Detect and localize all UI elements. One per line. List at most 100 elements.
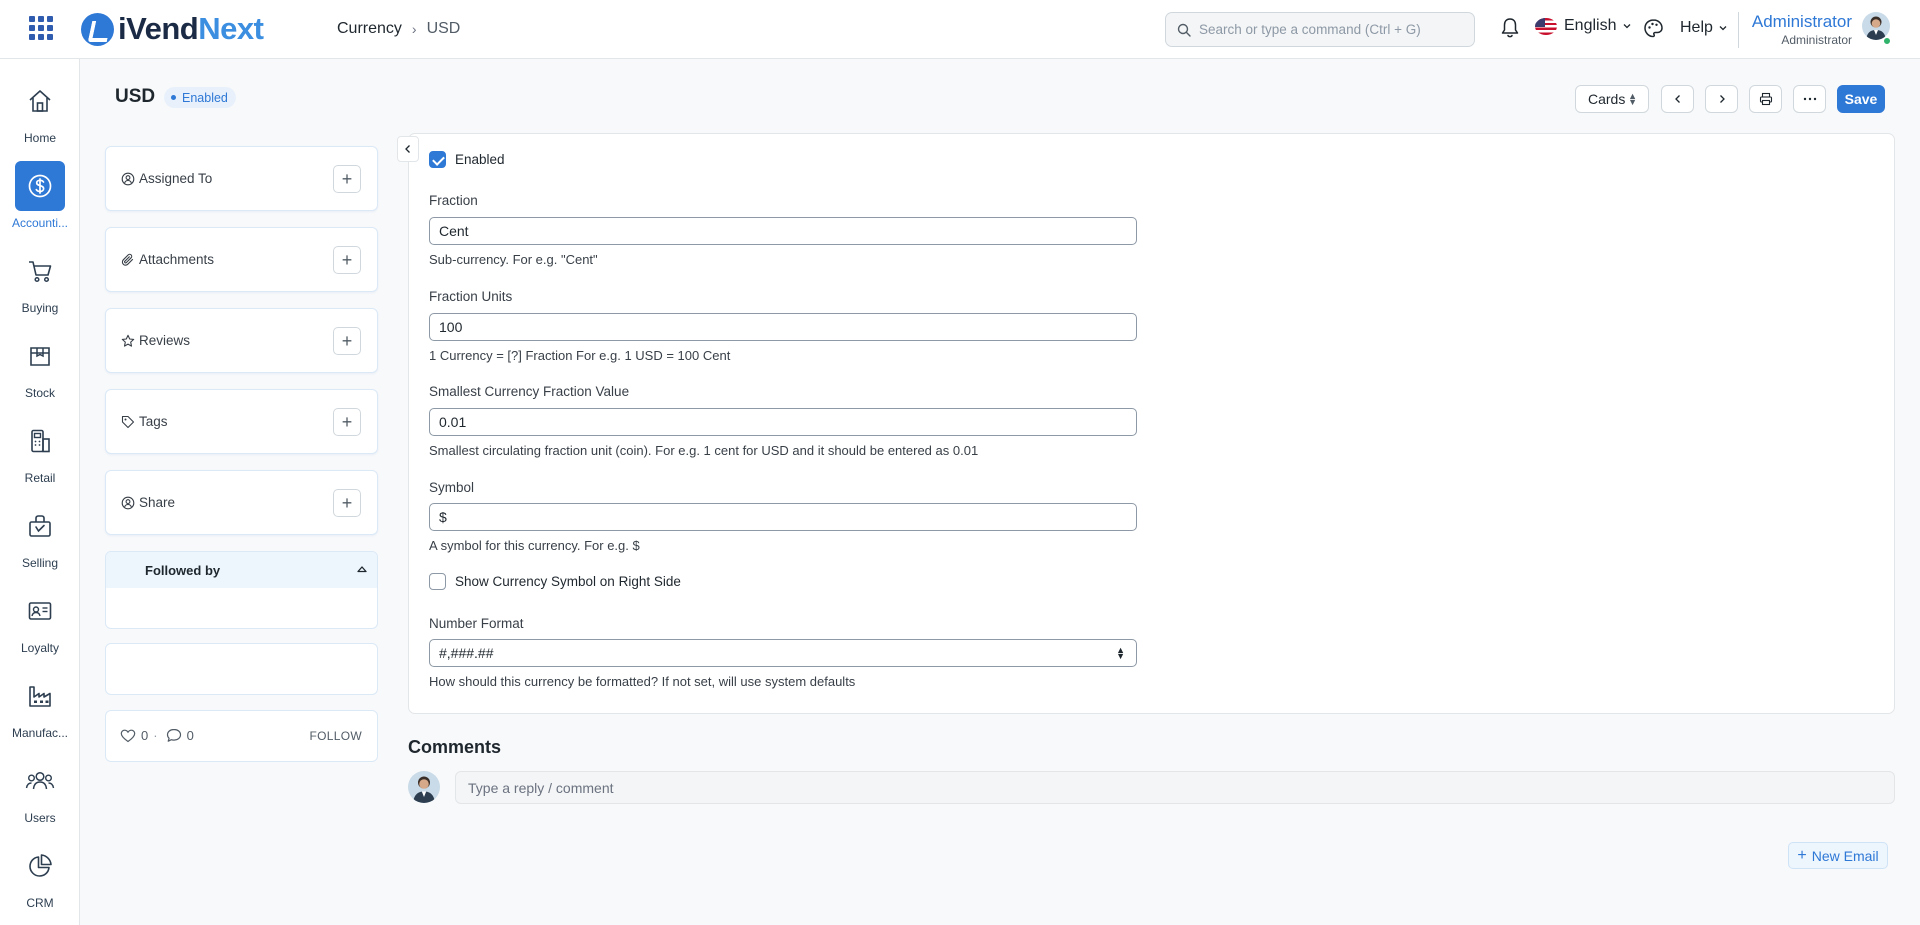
previous-record-button[interactable] bbox=[1661, 85, 1694, 113]
comment-input[interactable] bbox=[455, 771, 1895, 804]
separator-dot: · bbox=[153, 728, 158, 743]
share-user-icon bbox=[121, 496, 135, 509]
plus-icon: + bbox=[341, 168, 353, 189]
theme-palette-icon[interactable] bbox=[1643, 18, 1664, 39]
print-button[interactable] bbox=[1749, 85, 1782, 113]
apps-grid-icon[interactable] bbox=[29, 16, 53, 40]
heart-icon[interactable] bbox=[120, 729, 136, 743]
followers-list-card bbox=[105, 643, 378, 695]
factory-icon bbox=[15, 671, 65, 721]
fraction-help: Sub-currency. For e.g. "Cent" bbox=[429, 252, 598, 267]
users-icon bbox=[15, 756, 65, 806]
smallest-fraction-input[interactable] bbox=[429, 408, 1137, 436]
help-menu[interactable]: Help bbox=[1680, 19, 1729, 37]
sidebar-item-buying[interactable]: Buying bbox=[0, 246, 80, 315]
plus-icon: + bbox=[341, 249, 353, 270]
add-review-button[interactable]: + bbox=[333, 327, 361, 355]
sidebar-item-loyalty[interactable]: Loyalty bbox=[0, 586, 80, 655]
comment-bubble-icon[interactable] bbox=[166, 728, 182, 743]
sidebar-item-home[interactable]: Home bbox=[0, 76, 80, 145]
breadcrumb-usd[interactable]: USD bbox=[427, 20, 461, 38]
online-status-indicator bbox=[1883, 37, 1891, 45]
plus-icon: + bbox=[341, 330, 353, 351]
new-email-label: New Email bbox=[1811, 847, 1879, 864]
fraction-units-help: 1 Currency = [?] Fraction For e.g. 1 USD… bbox=[429, 348, 731, 363]
logo-text: iVendNext bbox=[118, 11, 264, 46]
engagement-card: 0 · 0 FOLLOW bbox=[105, 710, 378, 762]
star-icon bbox=[121, 334, 135, 347]
sidebar-item-users[interactable]: Users bbox=[0, 756, 80, 825]
box-icon bbox=[15, 331, 65, 381]
fraction-input[interactable] bbox=[429, 217, 1137, 245]
select-arrows-icon: ▲ ▼ bbox=[1116, 645, 1125, 661]
tags-card: Tags + bbox=[105, 389, 378, 454]
assigned-to-card: Assigned To + bbox=[105, 146, 378, 211]
us-flag-icon bbox=[1535, 17, 1557, 35]
logo-mark-icon bbox=[81, 12, 114, 46]
tag-icon bbox=[121, 415, 135, 428]
plus-icon: + bbox=[341, 492, 353, 513]
user-name: Administrator bbox=[1751, 12, 1852, 31]
engagement-stats: 0 · 0 bbox=[120, 728, 194, 743]
sidebar-item-selling[interactable]: Selling bbox=[0, 501, 80, 570]
collapse-sidebar-button[interactable] bbox=[397, 136, 419, 162]
navbar-divider bbox=[1738, 12, 1739, 48]
number-format-help: How should this currency be formatted? I… bbox=[429, 674, 856, 689]
fraction-units-label: Fraction Units bbox=[429, 289, 513, 304]
sidebar-item-retail[interactable]: Retail bbox=[0, 416, 80, 485]
caret-up-icon bbox=[357, 566, 367, 573]
follow-button[interactable]: FOLLOW bbox=[310, 729, 362, 743]
comment-user-avatar bbox=[408, 771, 440, 803]
next-record-button[interactable] bbox=[1705, 85, 1738, 113]
breadcrumb-currency[interactable]: Currency bbox=[337, 20, 402, 38]
language-selector[interactable]: English bbox=[1535, 17, 1633, 35]
save-button[interactable]: Save bbox=[1837, 85, 1885, 113]
comments-title: Comments bbox=[408, 737, 502, 757]
chevron-left-icon bbox=[1674, 95, 1680, 103]
add-tag-button[interactable]: + bbox=[333, 408, 361, 436]
add-attachment-button[interactable]: + bbox=[333, 246, 361, 274]
sidebar-label: Loyalty bbox=[20, 641, 60, 655]
search-input[interactable] bbox=[1199, 22, 1459, 37]
top-navbar: iVendNext Currency › USD English Help Ad… bbox=[0, 0, 1920, 59]
followed-by-label: Followed by bbox=[145, 562, 221, 578]
add-assignee-button[interactable]: + bbox=[333, 165, 361, 193]
followed-by-header[interactable]: Followed by bbox=[106, 552, 377, 588]
more-actions-button[interactable] bbox=[1793, 85, 1826, 113]
assigned-to-label: Assigned To bbox=[139, 171, 213, 186]
app-logo[interactable]: iVendNext bbox=[81, 11, 264, 47]
user-menu[interactable]: Administrator Administrator bbox=[1752, 12, 1852, 47]
user-avatar[interactable] bbox=[1862, 12, 1890, 40]
share-label-row: Share bbox=[121, 495, 175, 510]
new-email-button[interactable]: + New Email bbox=[1788, 842, 1888, 869]
sidebar-label: Manufac... bbox=[11, 726, 69, 740]
pie-chart-icon bbox=[15, 841, 65, 891]
fraction-units-input[interactable] bbox=[429, 313, 1137, 341]
user-role: Administrator bbox=[1781, 33, 1852, 47]
sidebar-label: Users bbox=[24, 811, 56, 825]
view-switcher-button[interactable]: Cards ▲ ▼ bbox=[1575, 85, 1649, 113]
page-title: USD bbox=[115, 86, 156, 107]
symbol-input[interactable] bbox=[429, 503, 1137, 531]
notification-bell-icon[interactable] bbox=[1500, 17, 1520, 39]
symbol-right-side-checkbox[interactable] bbox=[429, 573, 446, 590]
sidebar-label: Accounti... bbox=[11, 216, 69, 230]
briefcase-icon bbox=[15, 501, 65, 551]
sidebar-label: Home bbox=[23, 131, 56, 145]
user-assign-icon bbox=[121, 172, 135, 185]
search-bar[interactable] bbox=[1165, 12, 1475, 47]
enabled-checkbox[interactable] bbox=[429, 151, 446, 168]
number-format-label: Number Format bbox=[429, 616, 524, 631]
chevron-down-icon bbox=[1719, 26, 1727, 31]
sidebar-item-stock[interactable]: Stock bbox=[0, 331, 80, 400]
sidebar-item-accounting[interactable]: Accounti... bbox=[0, 161, 80, 230]
reviews-label: Reviews bbox=[139, 333, 191, 348]
plus-icon: + bbox=[341, 411, 353, 432]
chevron-left-icon bbox=[405, 145, 410, 153]
sidebar-item-crm[interactable]: CRM bbox=[0, 841, 80, 910]
breadcrumb: Currency › USD bbox=[337, 20, 460, 38]
comment-count: 0 bbox=[186, 728, 194, 743]
number-format-select[interactable]: #,###.## ▲ ▼ bbox=[429, 639, 1137, 667]
sidebar-item-manufacturing[interactable]: Manufac... bbox=[0, 671, 80, 740]
add-share-button[interactable]: + bbox=[333, 489, 361, 517]
